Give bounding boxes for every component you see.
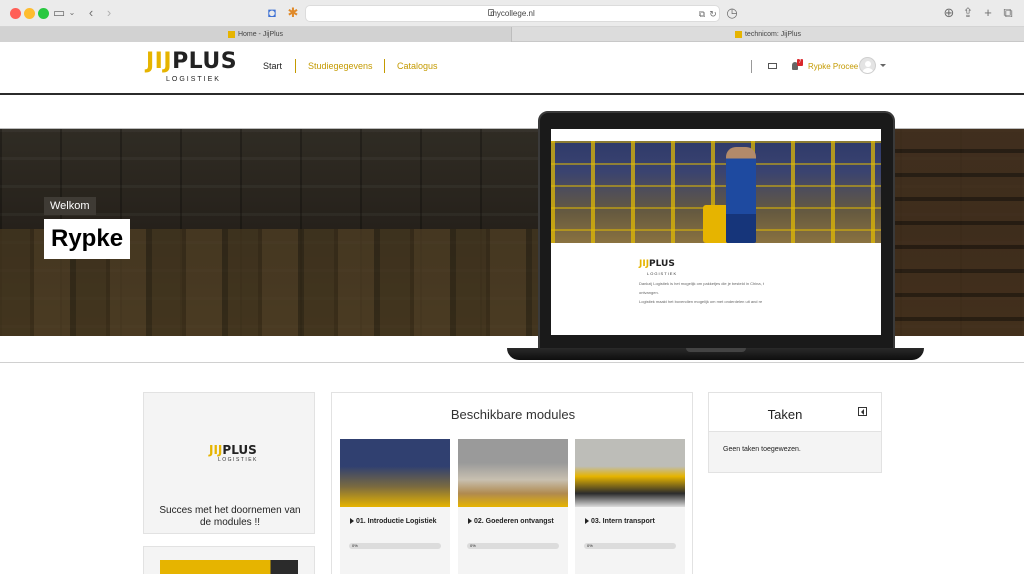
card-image (160, 560, 298, 574)
module-card[interactable]: 03. Intern transport 0% (575, 439, 685, 574)
url-text: mycollege.nl (490, 9, 535, 18)
secondary-card (143, 546, 315, 574)
intro-card: JIJPLUS LOGISTIEK Succes met het doornem… (143, 392, 315, 534)
tab-overview-icon[interactable]: ⧉ (1002, 4, 1014, 22)
chevron-down-icon[interactable]: ⌄ (68, 4, 76, 22)
extension-icon[interactable]: ✱ (287, 4, 299, 22)
zoom-window-button[interactable] (38, 8, 49, 19)
screen-worker (726, 147, 756, 243)
module-card[interactable]: 01. Introductie Logistiek 0% (340, 439, 450, 574)
sidebar-icon[interactable]: ▭ (52, 4, 66, 22)
screen-text-line: ontvangen. (639, 290, 659, 295)
module-title[interactable]: 03. Intern transport (584, 516, 679, 527)
module-progress-bar (584, 543, 676, 549)
screen-text-line: Dankzij Logistiek is het mogelijk om pak… (639, 281, 764, 286)
avatar-body (862, 68, 874, 73)
screen-logo-subtitle: LOGISTIEK (647, 271, 678, 276)
downloads-icon[interactable]: ⊕ (943, 4, 955, 22)
nav-studiegegevens[interactable]: Studiegegevens (308, 61, 373, 72)
nav-divider (295, 59, 296, 73)
laptop-screen: JIJPLUS LOGISTIEK Dankzij Logistiek is h… (551, 129, 881, 335)
tab-bar: Home - JijPlus technicom: JijPlus (0, 27, 1024, 42)
module-image (575, 439, 685, 507)
close-window-button[interactable] (10, 8, 21, 19)
avatar[interactable] (859, 57, 876, 74)
logo-wordmark: JIJPLUS (146, 49, 238, 74)
tab-label: technicom: JijPlus (744, 31, 802, 38)
translate-icon[interactable]: ⧉ (697, 5, 707, 23)
laptop-notch (686, 348, 746, 352)
collapse-button[interactable] (858, 407, 867, 416)
history-icon[interactable]: ◷ (726, 4, 738, 22)
site-header: JIJPLUS LOGISTIEK Start Studiegegevens C… (0, 43, 1024, 95)
tab-label: Home - JijPlus (237, 31, 284, 38)
screen-text-line: Logistiek maakt het bovendien mogelijk o… (639, 299, 763, 304)
card-logo: JIJPLUS (209, 443, 257, 457)
module-progress-label: 0% (352, 543, 358, 548)
module-progress-bar (467, 543, 559, 549)
screen-logo: JIJPLUS (639, 259, 675, 269)
module-card[interactable]: 02. Goederen ontvangst 0% (458, 439, 568, 574)
back-icon[interactable]: ‹ (86, 4, 96, 22)
module-progress-label: 0% (587, 543, 593, 548)
nav-divider (384, 59, 385, 73)
module-progress-bar (349, 543, 441, 549)
share-icon[interactable]: ⇪ (962, 4, 974, 22)
header-divider (751, 60, 752, 73)
pocket-icon[interactable]: ◘ (266, 4, 278, 22)
module-title[interactable]: 01. Introductie Logistiek (349, 516, 444, 527)
logo-subtitle: LOGISTIEK (166, 76, 221, 83)
nav-catalogus[interactable]: Catalogus (397, 61, 438, 72)
minimize-window-button[interactable] (24, 8, 35, 19)
chevron-left-icon (861, 409, 864, 415)
intro-message: Succes met het doornemen van de modules … (159, 505, 301, 528)
tasks-title: Taken (767, 407, 803, 422)
tasks-header: Taken (709, 393, 881, 432)
tab-technicom[interactable]: technicom: JijPlus (512, 27, 1024, 42)
browser-toolbar: ▭ ⌄ ‹ › ◘ ✱ mycollege.nl ⧉ ↻ ◷ ⊕ ⇪ + ⧉ (0, 0, 1024, 27)
welcome-label: Welkom (44, 197, 96, 215)
module-image (340, 439, 450, 507)
module-progress-label: 0% (470, 543, 476, 548)
tab-home[interactable]: Home - JijPlus (0, 27, 512, 42)
reload-icon[interactable]: ↻ (708, 5, 718, 23)
favicon-icon (227, 30, 235, 38)
tasks-card: Taken Geen taken toegewezen. (708, 392, 882, 473)
modules-card: Beschikbare modules 01. Introductie Logi… (331, 392, 693, 574)
card-logo-subtitle: LOGISTIEK (218, 457, 258, 463)
divider (0, 362, 1024, 363)
new-tab-icon[interactable]: + (982, 4, 994, 22)
jijplus-logo[interactable]: JIJPLUS LOGISTIEK (146, 49, 246, 91)
forward-icon[interactable]: › (104, 4, 114, 22)
welcome-name: Rypke (44, 219, 131, 259)
caret-down-icon[interactable] (880, 64, 886, 67)
mail-icon[interactable] (768, 63, 777, 69)
tasks-empty-text: Geen taken toegewezen. (723, 446, 801, 453)
address-bar[interactable]: mycollege.nl ⧉ ↻ (305, 5, 720, 22)
nav-start[interactable]: Start (263, 61, 282, 72)
user-menu-name[interactable]: Rypke Procee (808, 61, 858, 72)
modules-title: Beschikbare modules (450, 407, 576, 422)
module-title[interactable]: 02. Goederen ontvangst (467, 516, 562, 527)
avatar-head (865, 61, 871, 67)
module-image (458, 439, 568, 507)
favicon-icon (734, 30, 742, 38)
notification-badge: 7 (797, 59, 803, 66)
